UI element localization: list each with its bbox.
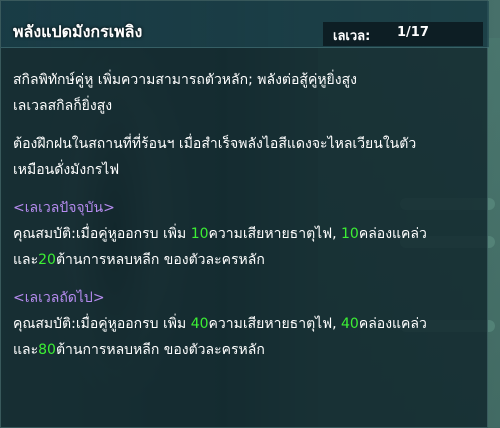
description-line: เหมือนดั่งมังกรไฟ — [13, 162, 120, 178]
next-effect-line: และ80ต้านการหลบหลีก ของตัวละครหลัก — [13, 337, 483, 363]
skill-title: พลังแปดมังกรเพลิง — [13, 22, 143, 41]
effect-text: คุณสมบัติ:เมื่อคู่หูออกรบ เพิ่ม — [13, 316, 191, 332]
level-value: 1/17 — [397, 25, 429, 40]
description-line: ต้องฝึกฝนในสถานที่ที่ร้อนฯ เมื่อสำเร็จพล… — [13, 136, 417, 152]
fire-damage-value: 40 — [190, 316, 209, 332]
agility-value: 10 — [341, 226, 359, 242]
effect-text: คล่องแคล่ว — [358, 316, 427, 332]
current-level-heading: <เลเวลปัจจุบัน> — [13, 200, 115, 216]
next-effect-line: คุณสมบัติ:เมื่อคู่หูออกรบ เพิ่ม 40ความเส… — [13, 311, 483, 337]
effect-text: และ — [13, 342, 39, 358]
agility-value: 40 — [341, 316, 359, 332]
current-effect-line: คุณสมบัติ:เมื่อคู่หูออกรบ เพิ่ม 10ความเส… — [13, 221, 483, 247]
effect-text: คล่องแคล่ว — [358, 226, 427, 242]
effect-text: ความเสียหายธาตุไฟ, — [208, 226, 342, 242]
fire-damage-value: 10 — [190, 226, 209, 242]
next-level-heading: <เลเวลถัดไป> — [13, 290, 105, 306]
effect-text: และ — [13, 252, 39, 268]
effect-text: คุณสมบัติ:เมื่อคู่หูออกรบ เพิ่ม — [13, 226, 191, 242]
skill-tooltip: พลังแปดมังกรเพลิง เลเวล: 1/17 สกิลพิทักษ… — [0, 0, 489, 428]
skill-level-box: เลเวล: 1/17 — [323, 22, 483, 46]
effect-text: ต้านการหลบหลีก ของตัวละครหลัก — [55, 342, 265, 358]
tooltip-title-bar: พลังแปดมังกรเพลิง เลเวล: 1/17 — [1, 1, 489, 48]
description-line: สกิลพิทักษ์คู่หู เพิ่มความสามารถตัวหลัก;… — [13, 72, 357, 88]
level-label: เลเวล: — [333, 29, 371, 44]
effect-text: ต้านการหลบหลีก ของตัวละครหลัก — [55, 252, 265, 268]
effect-text: ความเสียหายธาตุไฟ, — [208, 316, 342, 332]
description-line: เลเวลสกิลก็ยิ่งสูง — [13, 98, 113, 114]
tooltip-body: สกิลพิทักษ์คู่หู เพิ่มความสามารถตัวหลัก;… — [13, 67, 483, 363]
evasion-value: 80 — [38, 342, 56, 358]
evasion-value: 20 — [38, 252, 56, 268]
current-effect-line: และ20ต้านการหลบหลีก ของตัวละครหลัก — [13, 247, 483, 273]
